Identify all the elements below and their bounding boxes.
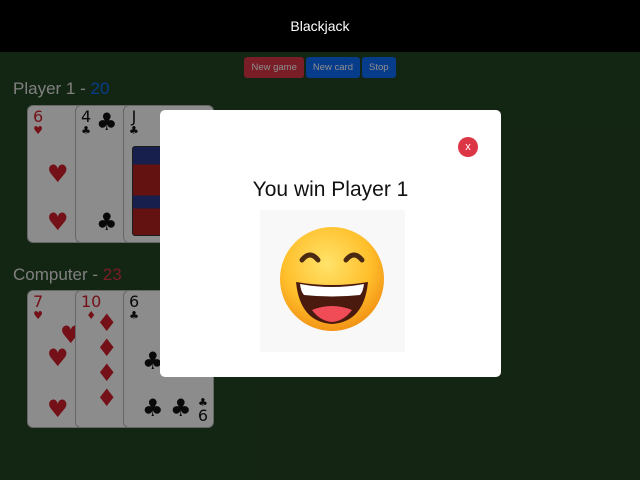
modal-title: You win Player 1 xyxy=(252,178,409,201)
app-title: Blackjack xyxy=(290,18,350,34)
result-modal: x You win Player 1 xyxy=(160,110,501,377)
app-header: Blackjack xyxy=(0,0,640,52)
close-button[interactable]: x xyxy=(458,137,478,157)
laughing-face-icon xyxy=(260,210,405,352)
